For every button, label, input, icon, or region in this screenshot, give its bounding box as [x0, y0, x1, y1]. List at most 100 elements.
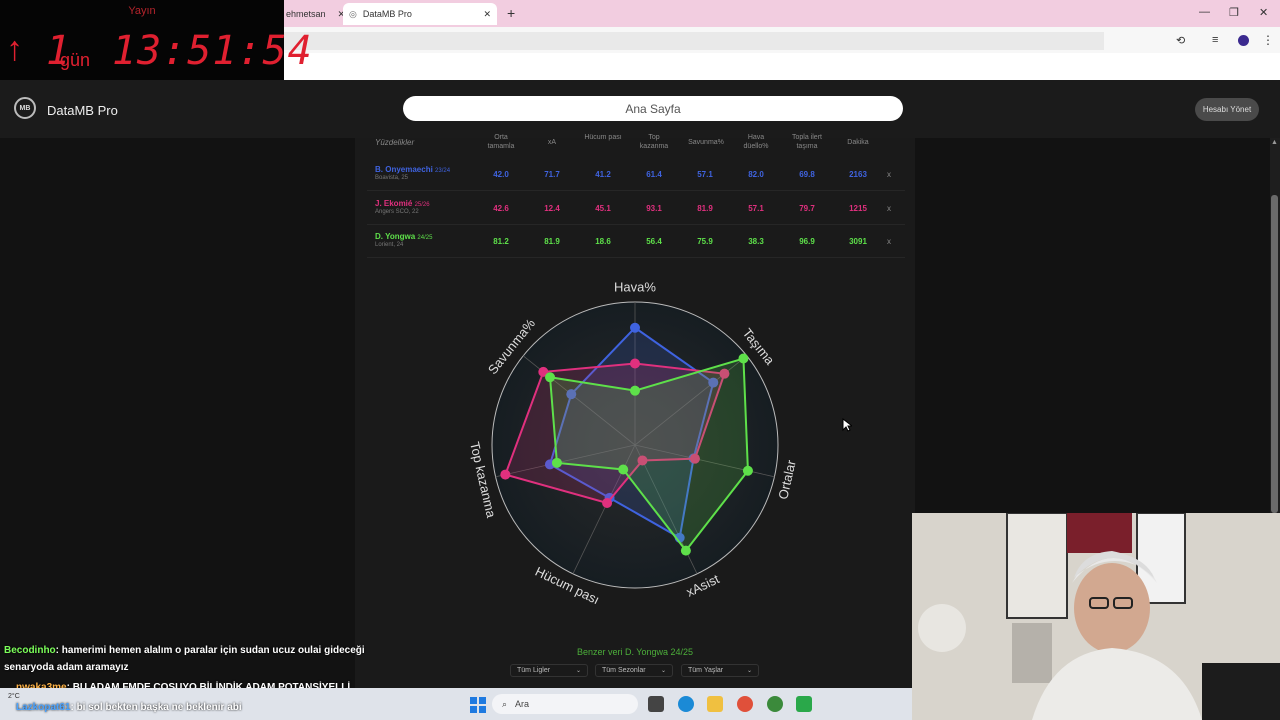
more-options-icon[interactable]: ⋮	[1262, 33, 1274, 47]
chat-username: Lazkopat61	[16, 702, 71, 713]
chat-text: : hamerimi hemen alalım o paralar için s…	[55, 645, 365, 656]
chat-text: : bi sol bekten başka ne beklenir abi	[70, 702, 242, 713]
chevron-down-icon: ⌄	[575, 668, 581, 674]
address-bar: ⟲ ≡ ⋮	[284, 27, 1280, 53]
stat-cell: 38.3	[748, 237, 764, 246]
timer-label: Yayın	[128, 5, 156, 17]
radar-point[interactable]	[551, 457, 562, 468]
scroll-up-icon[interactable]: ▲	[1271, 139, 1278, 146]
stat-cell: 56.4	[646, 237, 662, 246]
profile-icon[interactable]	[1238, 35, 1249, 46]
radar-point[interactable]	[500, 469, 511, 480]
minimize-icon[interactable]: —	[1199, 6, 1210, 18]
stat-cell: 41.2	[595, 170, 611, 179]
stat-cell: 3091	[849, 237, 867, 246]
player-season: 25/26	[414, 202, 430, 208]
season-filter-select[interactable]: Tüm Sezonlar ⌄	[595, 664, 673, 677]
table-header: Topla ilert taşıma	[792, 134, 822, 150]
table-row[interactable]: D. Yongwa 24/25 Lorient, 24 81.2 81.9 18…	[367, 224, 905, 258]
edge-browser-icon[interactable]	[678, 696, 694, 712]
age-filter-select[interactable]: Tüm Yaşlar ⌄	[681, 664, 759, 677]
chrome-profile-icon[interactable]	[767, 696, 783, 712]
similar-players-title: Benzer veri D. Yongwa 24/25	[576, 647, 694, 657]
stat-cell: 57.1	[748, 204, 764, 213]
chrome-icon[interactable]	[737, 696, 753, 712]
chat-username: Becodinho	[4, 645, 56, 656]
browser-tab[interactable]: ehmetsan ✕	[286, 3, 345, 25]
search-icon: ⌕	[502, 698, 508, 709]
player-season: 23/24	[435, 168, 451, 174]
table-row[interactable]: B. Onyemaechi 23/24 Boavista, 25 42.0 71…	[367, 157, 905, 191]
new-tab-icon[interactable]: +	[507, 5, 515, 21]
chat-message-continued: senaryoda adam aramayız	[4, 662, 129, 673]
streaming-app-icon[interactable]	[796, 696, 812, 712]
player-name: J. Ekomié 25/26	[375, 199, 430, 208]
browser-tab-active[interactable]: ◎ DataMB Pro ✕	[343, 3, 497, 25]
logo-icon[interactable]: MB	[14, 97, 36, 119]
stat-cell: 82.0	[748, 170, 764, 179]
stat-cell: 61.4	[646, 170, 662, 179]
globe-icon: ◎	[349, 8, 357, 19]
table-header: Hücum pası	[584, 134, 622, 141]
stat-cell: 71.7	[544, 170, 560, 179]
stat-cell: 81.9	[697, 204, 713, 213]
stat-cell: 81.9	[544, 237, 560, 246]
radar-point[interactable]	[602, 497, 613, 508]
webcam-overlay	[912, 513, 1280, 720]
player-name: B. Onyemaechi 23/24	[375, 165, 450, 174]
bookmarks-bar	[284, 53, 1280, 80]
url-field[interactable]	[284, 32, 1104, 50]
radar-axis-label: Hava%	[614, 280, 656, 294]
table-row[interactable]: J. Ekomié 25/26 Angers SCO, 22 42.6 12.4…	[367, 191, 905, 225]
app-name[interactable]: DataMB Pro	[47, 103, 118, 118]
close-icon[interactable]: ✕	[483, 9, 491, 20]
radar-point[interactable]	[630, 322, 640, 333]
radar-point[interactable]	[738, 353, 749, 364]
remove-player-button[interactable]: x	[887, 204, 891, 213]
player-name-text: D. Yongwa	[375, 232, 416, 241]
menu-list-icon[interactable]: ≡	[1212, 34, 1218, 46]
player-club: Boavista, 25	[375, 175, 409, 181]
remove-player-button[interactable]: x	[887, 170, 891, 179]
stat-cell: 42.6	[493, 204, 509, 213]
table-header: xA	[547, 139, 557, 146]
stat-cell: 12.4	[544, 204, 560, 213]
manage-account-button[interactable]: Hesabı Yönet	[1195, 98, 1259, 121]
close-window-icon[interactable]: ✕	[1259, 6, 1268, 19]
extensions-icon[interactable]: ⟲	[1176, 34, 1185, 47]
radar-point[interactable]	[630, 385, 640, 396]
windows-start-icon[interactable]	[470, 697, 486, 713]
stat-cell: 93.1	[646, 204, 662, 213]
timer-days-unit: gün	[60, 50, 91, 70]
stat-cell: 2163	[849, 170, 867, 179]
chevron-down-icon: ⌄	[660, 668, 666, 674]
player-name-text: J. Ekomié	[375, 199, 413, 208]
table-header-percentiles: Yüzdelikler	[375, 138, 415, 147]
arrow-up-icon: ↑	[6, 30, 23, 68]
file-explorer-icon[interactable]	[707, 696, 723, 712]
stat-cell: 81.2	[493, 237, 509, 246]
scrollbar-thumb[interactable]	[1271, 195, 1278, 513]
weather-widget[interactable]: 2°C	[8, 693, 20, 700]
table-header: Orta tamamla	[487, 134, 515, 150]
player-club: Angers SCO, 22	[375, 209, 419, 215]
radar-point[interactable]	[618, 464, 629, 475]
player-season: 24/25	[417, 235, 433, 241]
task-view-icon[interactable]	[648, 696, 664, 712]
remove-player-button[interactable]: x	[887, 237, 891, 246]
home-search-input[interactable]: Ana Sayfa	[403, 96, 903, 121]
radar-point[interactable]	[742, 465, 753, 476]
radar-point[interactable]	[630, 358, 640, 369]
taskbar-search[interactable]: ⌕ Ara	[492, 694, 638, 714]
stat-cell: 96.9	[799, 237, 815, 246]
player-club: Lorient, 24	[375, 242, 404, 248]
chat-message: Becodinho: hamerimi hemen alalım o paral…	[4, 645, 365, 656]
stat-cell: 75.9	[697, 237, 713, 246]
radar-point[interactable]	[545, 372, 556, 383]
table-header: Hava düello%	[743, 134, 769, 150]
tab-label: DataMB Pro	[362, 9, 412, 19]
league-filter-select[interactable]: Tüm Ligler ⌄	[510, 664, 588, 677]
maximize-icon[interactable]: ❐	[1229, 6, 1239, 19]
radar-point[interactable]	[680, 545, 691, 556]
stat-cell: 69.8	[799, 170, 815, 179]
